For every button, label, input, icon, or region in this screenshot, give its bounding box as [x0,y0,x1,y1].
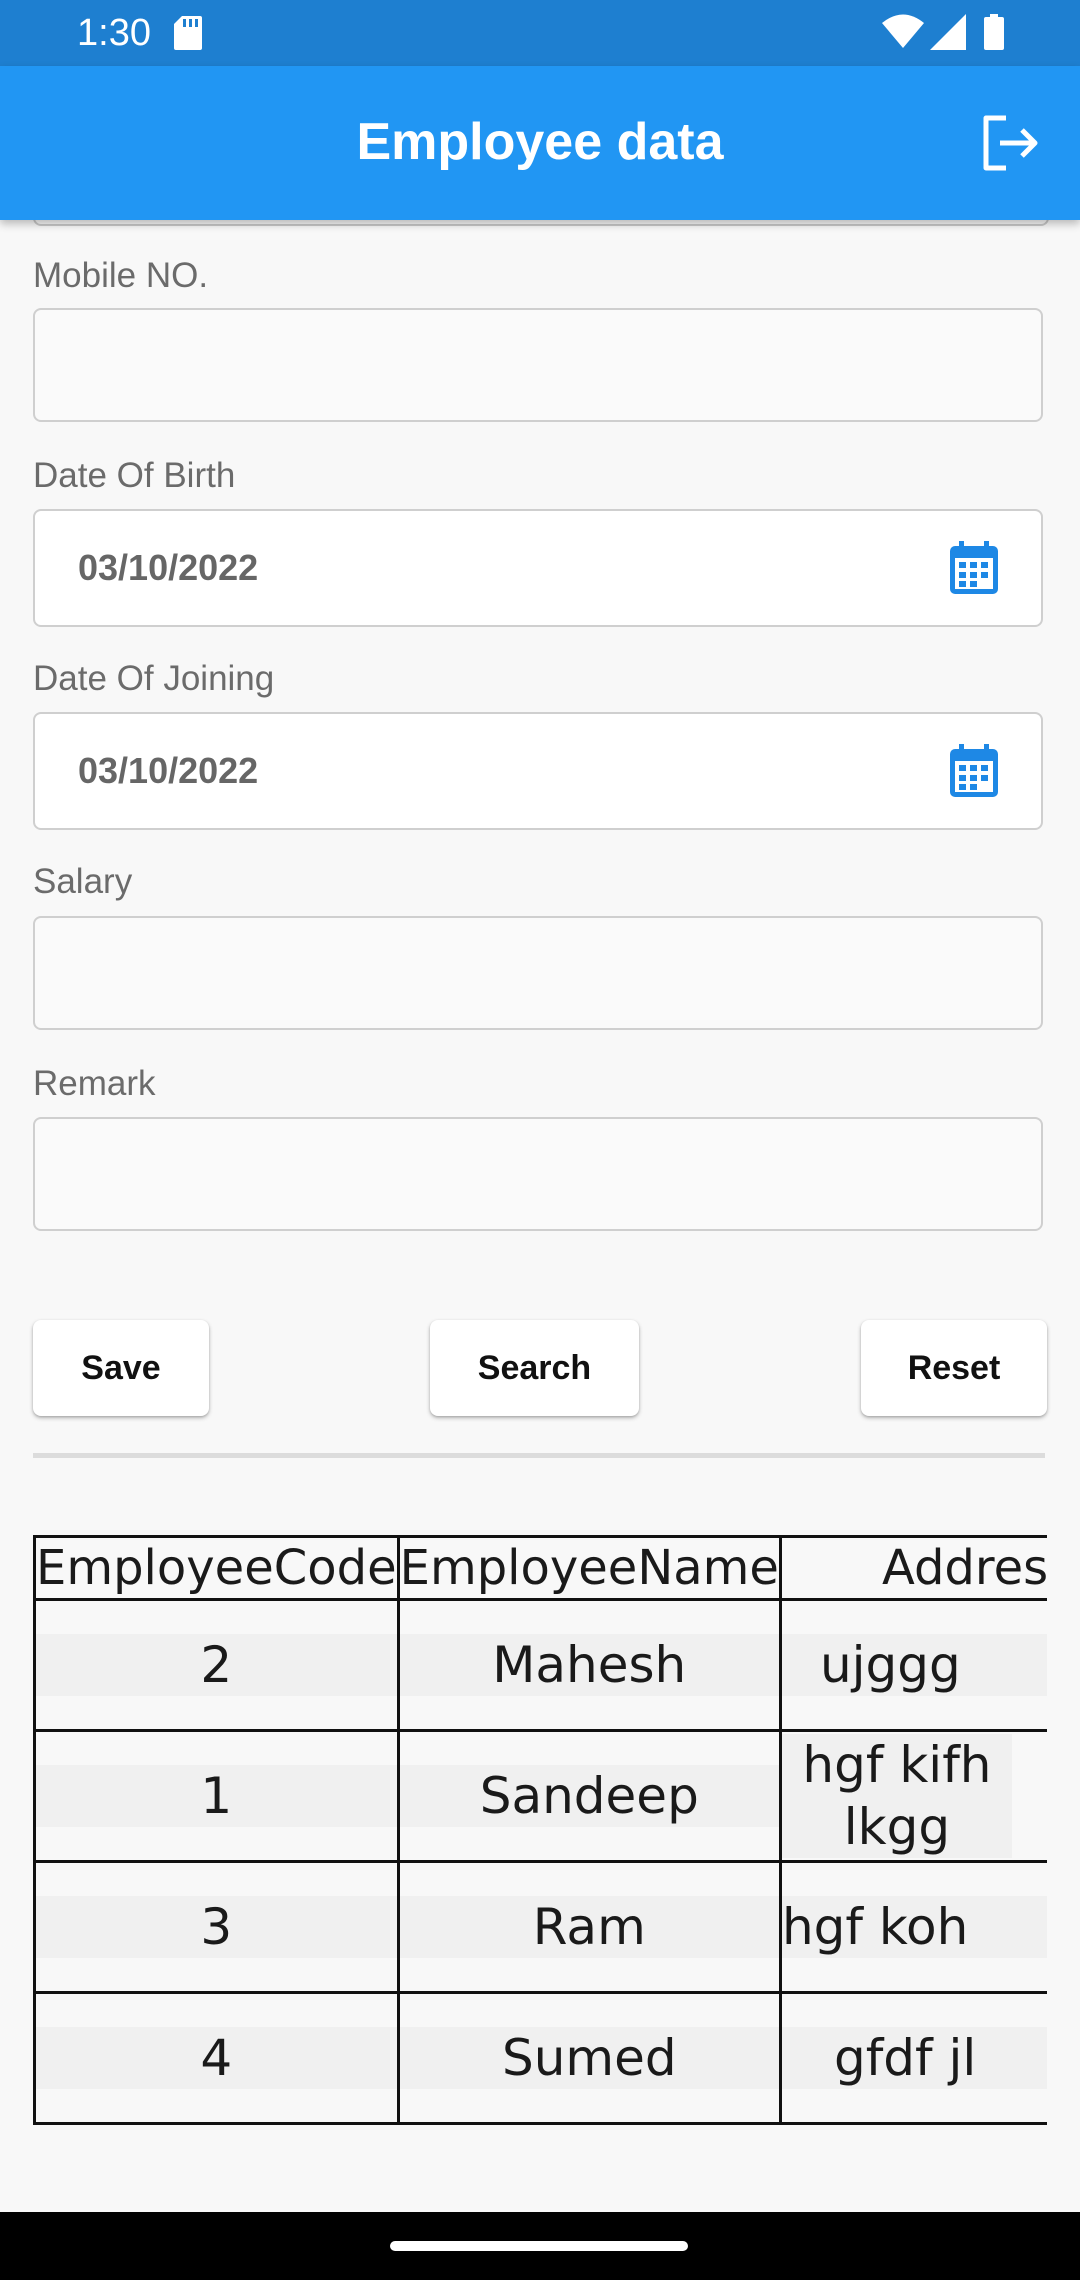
cell-address: ujggg [778,1598,1047,1732]
divider [33,1453,1045,1458]
salary-field[interactable] [33,916,1043,1030]
logout-icon[interactable] [978,112,1040,174]
column-header-code[interactable]: EmployeeCode [33,1535,400,1601]
doj-label: Date Of Joining [33,659,275,698]
table-header-row: EmployeeCode EmployeeName Address [33,1535,1047,1601]
cell-code-text: 2 [37,1634,396,1696]
cell-address-text: ujggg [783,1634,1047,1696]
doj-value: 03/10/2022 [78,750,259,791]
employee-table-container[interactable]: EmployeeCode EmployeeName Address 2 Mahe… [33,1535,1047,2125]
home-indicator[interactable] [390,2241,688,2251]
remark-field[interactable] [33,1117,1043,1231]
column-header-address[interactable]: Address [778,1535,1047,1601]
cell-address-text: hgf koh [783,1896,1047,1958]
sd-card-icon [174,16,202,50]
cell-address-text: hgf kifh lkgg [783,1734,1012,1858]
cell-name-text: Sumed [401,2027,778,2089]
page-title: Employee data [356,113,724,171]
doj-field[interactable]: 03/10/2022 [33,712,1043,830]
cell-name-text: Sandeep [401,1765,778,1827]
table-row[interactable]: 1 Sandeep hgf kifh lkgg [33,1729,1047,1863]
cell-code-text: 4 [37,2027,396,2089]
cell-name: Ram [396,1860,782,1994]
app-bar: Employee data [0,66,1080,220]
cell-name: Sumed [396,1991,782,2125]
search-button[interactable]: Search [430,1320,639,1416]
save-button[interactable]: Save [33,1320,209,1416]
battery-icon [984,14,1004,50]
cell-name: Mahesh [396,1598,782,1732]
calendar-icon[interactable] [949,744,999,798]
table-row[interactable]: 2 Mahesh ujggg [33,1598,1047,1732]
reset-button[interactable]: Reset [861,1320,1047,1416]
column-header-address-text: Address [881,1540,1047,1596]
mobile-label: Mobile NO. [33,256,209,295]
cell-code: 4 [33,1991,400,2125]
calendar-icon[interactable] [949,541,999,595]
cell-address: hgf kifh lkgg [778,1729,1047,1863]
employee-table: EmployeeCode EmployeeName Address 2 Mahe… [33,1535,1047,2125]
cell-code-text: 3 [37,1896,396,1958]
dob-value: 03/10/2022 [78,547,259,588]
cell-address-text: gfdf jl [783,2027,1047,2089]
cell-name-text: Mahesh [401,1634,778,1696]
salary-label: Salary [33,862,133,901]
cell-name-text: Ram [401,1896,778,1958]
table-row[interactable]: 4 Sumed gfdf jl [33,1991,1047,2125]
status-time: 1:30 [77,12,151,54]
mobile-field[interactable] [33,308,1043,422]
screen: 1:30 Employee data Mobile NO. Date Of Bi… [0,0,1080,2280]
cell-code-text: 1 [37,1765,396,1827]
dob-field[interactable]: 03/10/2022 [33,509,1043,627]
signal-icon [930,14,966,50]
cell-address: gfdf jl [778,1991,1047,2125]
cell-code: 2 [33,1598,400,1732]
system-nav-bar [0,2212,1080,2280]
table-row[interactable]: 3 Ram hgf koh [33,1860,1047,1994]
dob-label: Date Of Birth [33,456,236,495]
cell-address: hgf koh [778,1860,1047,1994]
remark-label: Remark [33,1064,156,1103]
wifi-icon [882,14,924,48]
cell-name: Sandeep [396,1729,782,1863]
cell-code: 1 [33,1729,400,1863]
status-bar: 1:30 [0,0,1080,66]
column-header-name[interactable]: EmployeeName [396,1535,782,1601]
cell-code: 3 [33,1860,400,1994]
